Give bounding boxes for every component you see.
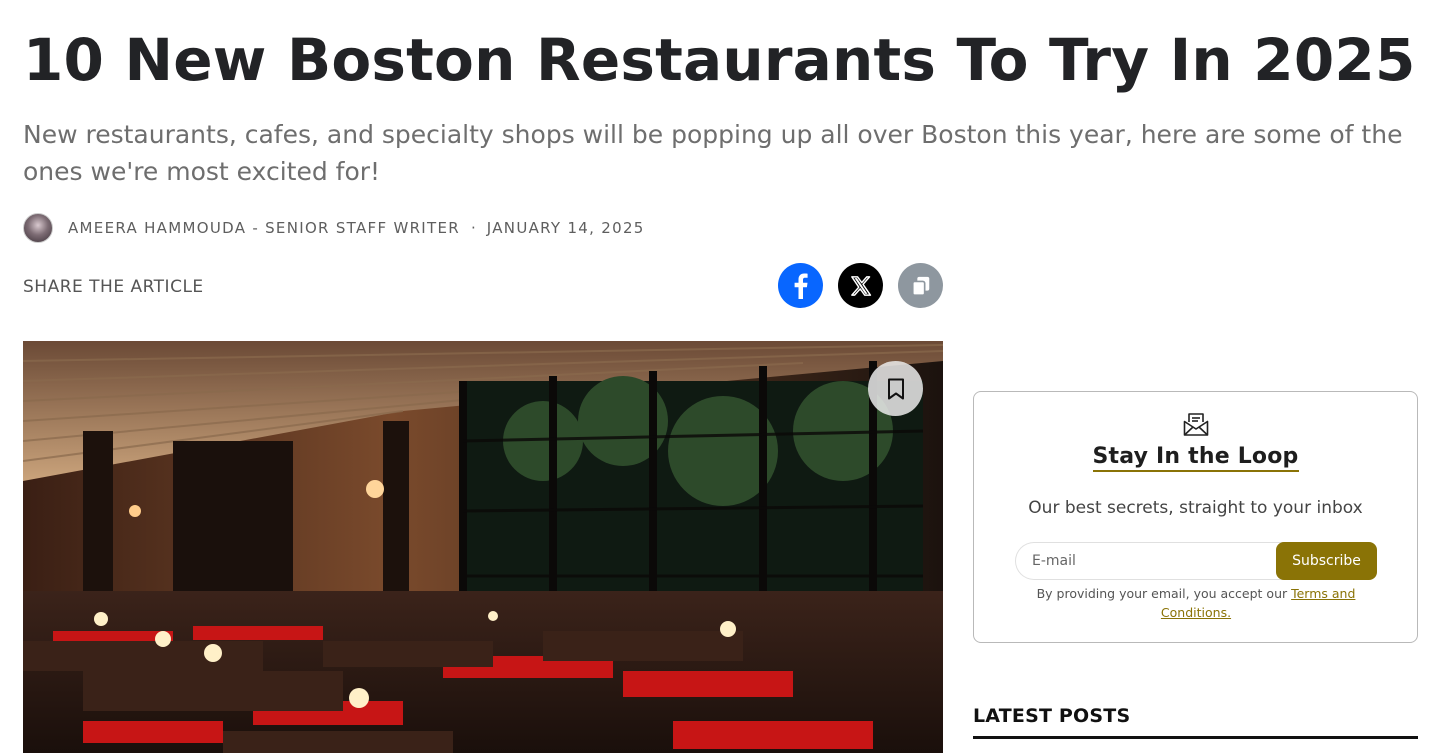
newsletter-title: Stay In the Loop [1092,444,1299,472]
bookmark-button[interactable] [868,361,923,416]
article-title: 10 New Boston Restaurants To Try In 2025 [23,26,1416,94]
publish-date: JANUARY 14, 2025 [486,219,645,237]
share-label: SHARE THE ARTICLE [23,277,204,297]
newsletter-subtitle: Our best secrets, straight to your inbox [1028,498,1363,518]
newsletter-form: Subscribe [1015,542,1377,580]
byline-separator: · [471,219,476,237]
article-subtitle: New restaurants, cafes, and specialty sh… [23,120,1403,186]
share-copy-link-button[interactable] [898,263,943,308]
email-input[interactable] [1015,542,1305,580]
newsletter-terms: By providing your email, you accept our … [1014,584,1378,622]
facebook-icon [794,273,808,299]
copy-icon [911,276,929,296]
terms-prefix: By providing your email, you accept our [1036,586,1292,601]
envelope-icon [1183,413,1209,436]
article-byline: AMEERA HAMMOUDA - SENIOR STAFF WRITER · … [23,212,645,244]
newsletter-signup-card: Stay In the Loop Our best secrets, strai… [973,391,1418,643]
newsletter-title-wrap: Stay In the Loop [974,444,1417,472]
x-icon [850,275,871,296]
author-avatar[interactable] [23,213,53,243]
bookmark-icon [887,378,904,399]
latest-posts-heading: LATEST POSTS [973,705,1418,739]
subscribe-button[interactable]: Subscribe [1276,542,1377,580]
author-name-link[interactable]: AMEERA HAMMOUDA - SENIOR STAFF WRITER [68,219,460,237]
share-facebook-button[interactable] [778,263,823,308]
share-x-button[interactable] [838,263,883,308]
restaurant-interior-photo [23,341,943,753]
hero-image [23,341,943,753]
